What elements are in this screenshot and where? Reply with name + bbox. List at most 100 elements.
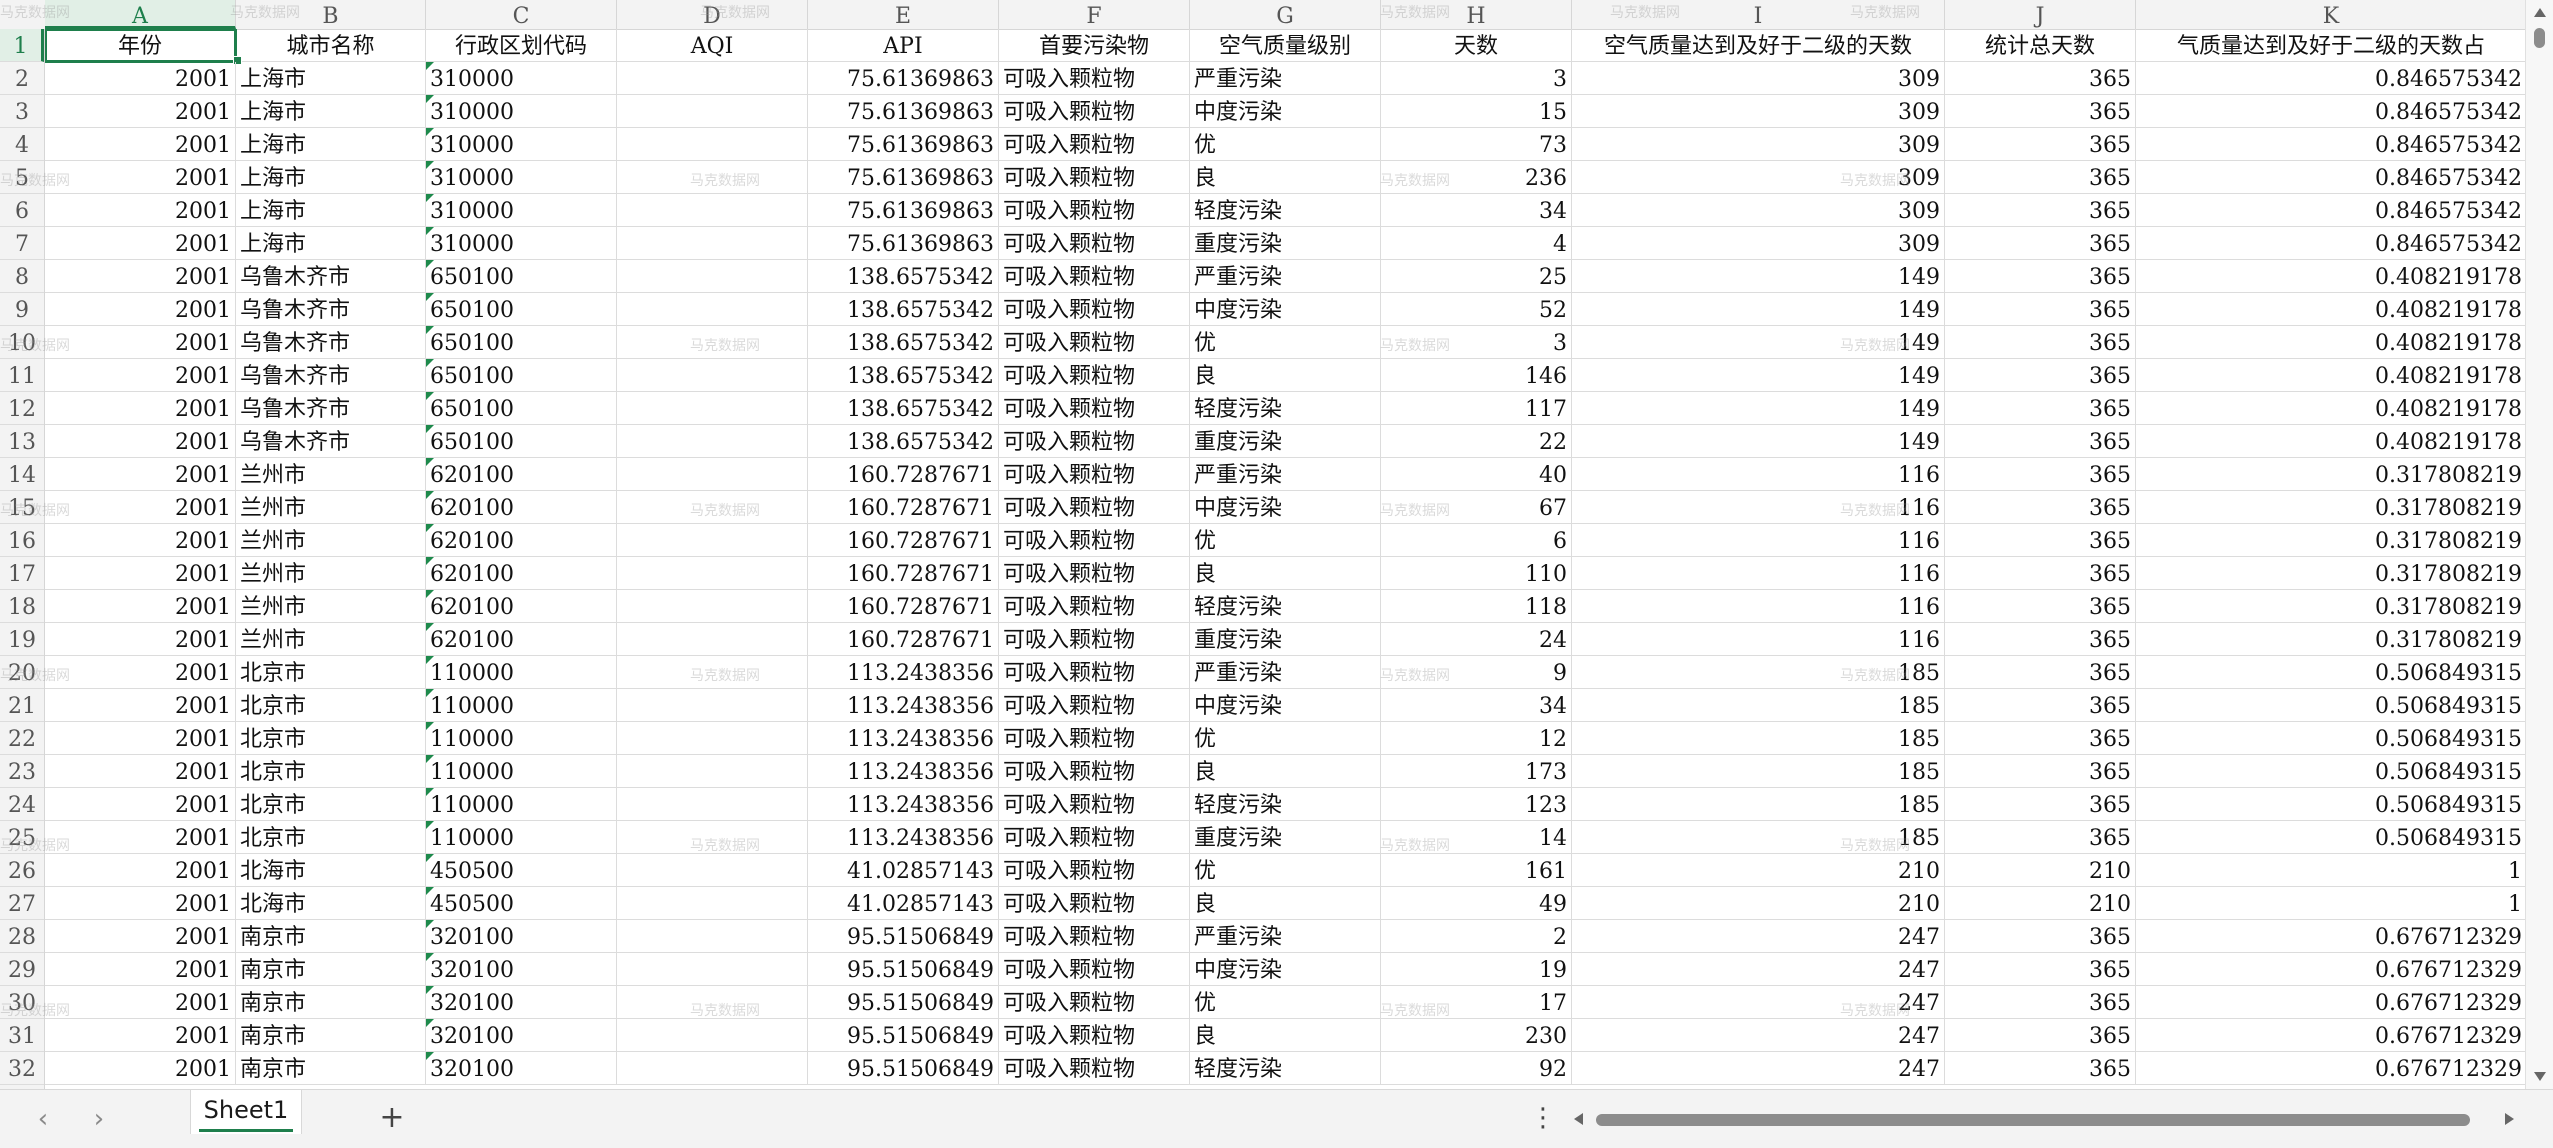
data-cell[interactable]: 2001 [45, 260, 236, 293]
data-cell[interactable]: 0.408219178 [2136, 326, 2525, 359]
data-cell[interactable]: 0.846575342 [2136, 227, 2525, 260]
data-cell[interactable]: 113.2438356 [808, 788, 999, 821]
column-header-h[interactable]: H [1381, 0, 1572, 29]
data-cell[interactable]: 中度污染 [1190, 95, 1381, 128]
data-cell[interactable]: 良 [1190, 359, 1381, 392]
data-cell[interactable]: 0.676712329 [2136, 986, 2525, 1019]
data-cell[interactable]: 严重污染 [1190, 458, 1381, 491]
data-cell[interactable]: 严重污染 [1190, 260, 1381, 293]
data-cell[interactable]: 116 [1572, 524, 1945, 557]
data-cell[interactable]: 309 [1572, 227, 1945, 260]
data-cell[interactable]: 138.6575342 [808, 425, 999, 458]
data-cell[interactable]: 2001 [45, 1052, 236, 1085]
data-cell[interactable]: 轻度污染 [1190, 590, 1381, 623]
data-cell[interactable] [617, 689, 808, 722]
data-cell[interactable]: 乌鲁木齐市 [236, 293, 426, 326]
data-cell[interactable]: 0.506849315 [2136, 656, 2525, 689]
data-cell[interactable]: 365 [1945, 1052, 2136, 1085]
data-cell[interactable]: 严重污染 [1190, 62, 1381, 95]
data-cell[interactable]: 0.506849315 [2136, 755, 2525, 788]
row-header[interactable]: 28 [0, 920, 44, 953]
data-cell[interactable]: 110000 [426, 689, 617, 722]
row-header[interactable]: 2 [0, 62, 44, 95]
data-cell[interactable]: 乌鲁木齐市 [236, 260, 426, 293]
data-cell[interactable]: 620100 [426, 590, 617, 623]
data-cell[interactable]: 620100 [426, 524, 617, 557]
row-header[interactable]: 32 [0, 1052, 44, 1085]
data-cell[interactable]: 6 [1381, 524, 1572, 557]
data-cell[interactable] [617, 854, 808, 887]
data-cell[interactable]: 146 [1381, 359, 1572, 392]
data-cell[interactable]: 严重污染 [1190, 920, 1381, 953]
data-cell[interactable]: 0.408219178 [2136, 260, 2525, 293]
data-cell[interactable]: 可吸入颗粒物 [999, 227, 1190, 260]
data-cell[interactable]: 365 [1945, 986, 2136, 1019]
data-cell[interactable] [617, 524, 808, 557]
data-cell[interactable]: 可吸入颗粒物 [999, 95, 1190, 128]
data-cell[interactable]: 95.51506849 [808, 1052, 999, 1085]
data-cell[interactable]: 149 [1572, 326, 1945, 359]
data-cell[interactable]: 160.7287671 [808, 524, 999, 557]
data-cell[interactable]: 重度污染 [1190, 227, 1381, 260]
data-cell[interactable]: 2001 [45, 623, 236, 656]
data-cell[interactable]: 2001 [45, 161, 236, 194]
data-cell[interactable]: 116 [1572, 491, 1945, 524]
data-cell[interactable]: 620100 [426, 458, 617, 491]
data-cell[interactable]: 365 [1945, 656, 2136, 689]
data-cell[interactable]: 2001 [45, 458, 236, 491]
data-cell[interactable]: 210 [1945, 887, 2136, 920]
data-cell[interactable]: 149 [1572, 425, 1945, 458]
data-cell[interactable]: 365 [1945, 326, 2136, 359]
data-cell[interactable]: 可吸入颗粒物 [999, 953, 1190, 986]
data-cell[interactable]: 40 [1381, 458, 1572, 491]
column-header-b[interactable]: B [236, 0, 426, 29]
data-cell[interactable]: 2001 [45, 392, 236, 425]
data-cell[interactable]: 365 [1945, 194, 2136, 227]
data-cell[interactable]: 可吸入颗粒物 [999, 788, 1190, 821]
row-header[interactable]: 16 [0, 524, 44, 557]
data-cell[interactable]: 可吸入颗粒物 [999, 392, 1190, 425]
data-cell[interactable]: 19 [1381, 953, 1572, 986]
row-header[interactable]: 3 [0, 95, 44, 128]
header-cell[interactable]: AQI [617, 29, 808, 62]
data-cell[interactable]: 75.61369863 [808, 62, 999, 95]
data-cell[interactable]: 113.2438356 [808, 722, 999, 755]
data-cell[interactable]: 173 [1381, 755, 1572, 788]
data-cell[interactable]: 365 [1945, 95, 2136, 128]
data-cell[interactable]: 110000 [426, 656, 617, 689]
data-cell[interactable]: 365 [1945, 62, 2136, 95]
data-cell[interactable]: 365 [1945, 722, 2136, 755]
data-cell[interactable]: 兰州市 [236, 491, 426, 524]
data-cell[interactable]: 南京市 [236, 1052, 426, 1085]
row-header[interactable]: 27 [0, 887, 44, 920]
data-cell[interactable]: 185 [1572, 656, 1945, 689]
row-header[interactable]: 10 [0, 326, 44, 359]
data-cell[interactable]: 2001 [45, 689, 236, 722]
data-cell[interactable]: 15 [1381, 95, 1572, 128]
data-cell[interactable]: 0.846575342 [2136, 194, 2525, 227]
data-cell[interactable]: 73 [1381, 128, 1572, 161]
row-header[interactable]: 19 [0, 623, 44, 656]
data-cell[interactable]: 310000 [426, 161, 617, 194]
data-cell[interactable]: 严重污染 [1190, 656, 1381, 689]
data-cell[interactable]: 优 [1190, 854, 1381, 887]
data-cell[interactable] [617, 128, 808, 161]
data-cell[interactable]: 重度污染 [1190, 821, 1381, 854]
data-cell[interactable]: 25 [1381, 260, 1572, 293]
data-cell[interactable]: 2001 [45, 854, 236, 887]
data-cell[interactable]: 2001 [45, 986, 236, 1019]
row-header[interactable]: 30 [0, 986, 44, 1019]
data-cell[interactable]: 309 [1572, 161, 1945, 194]
data-cell[interactable]: 北京市 [236, 689, 426, 722]
data-cell[interactable]: 4 [1381, 227, 1572, 260]
data-cell[interactable]: 0.846575342 [2136, 128, 2525, 161]
data-cell[interactable]: 上海市 [236, 128, 426, 161]
data-cell[interactable]: 236 [1381, 161, 1572, 194]
horizontal-scroll-thumb[interactable] [1596, 1114, 2470, 1126]
data-cell[interactable] [617, 887, 808, 920]
data-cell[interactable]: 1 [2136, 887, 2525, 920]
row-header[interactable]: 5 [0, 161, 44, 194]
data-cell[interactable]: 2001 [45, 227, 236, 260]
plus-icon[interactable]: + [374, 1100, 410, 1136]
data-cell[interactable]: 可吸入颗粒物 [999, 524, 1190, 557]
